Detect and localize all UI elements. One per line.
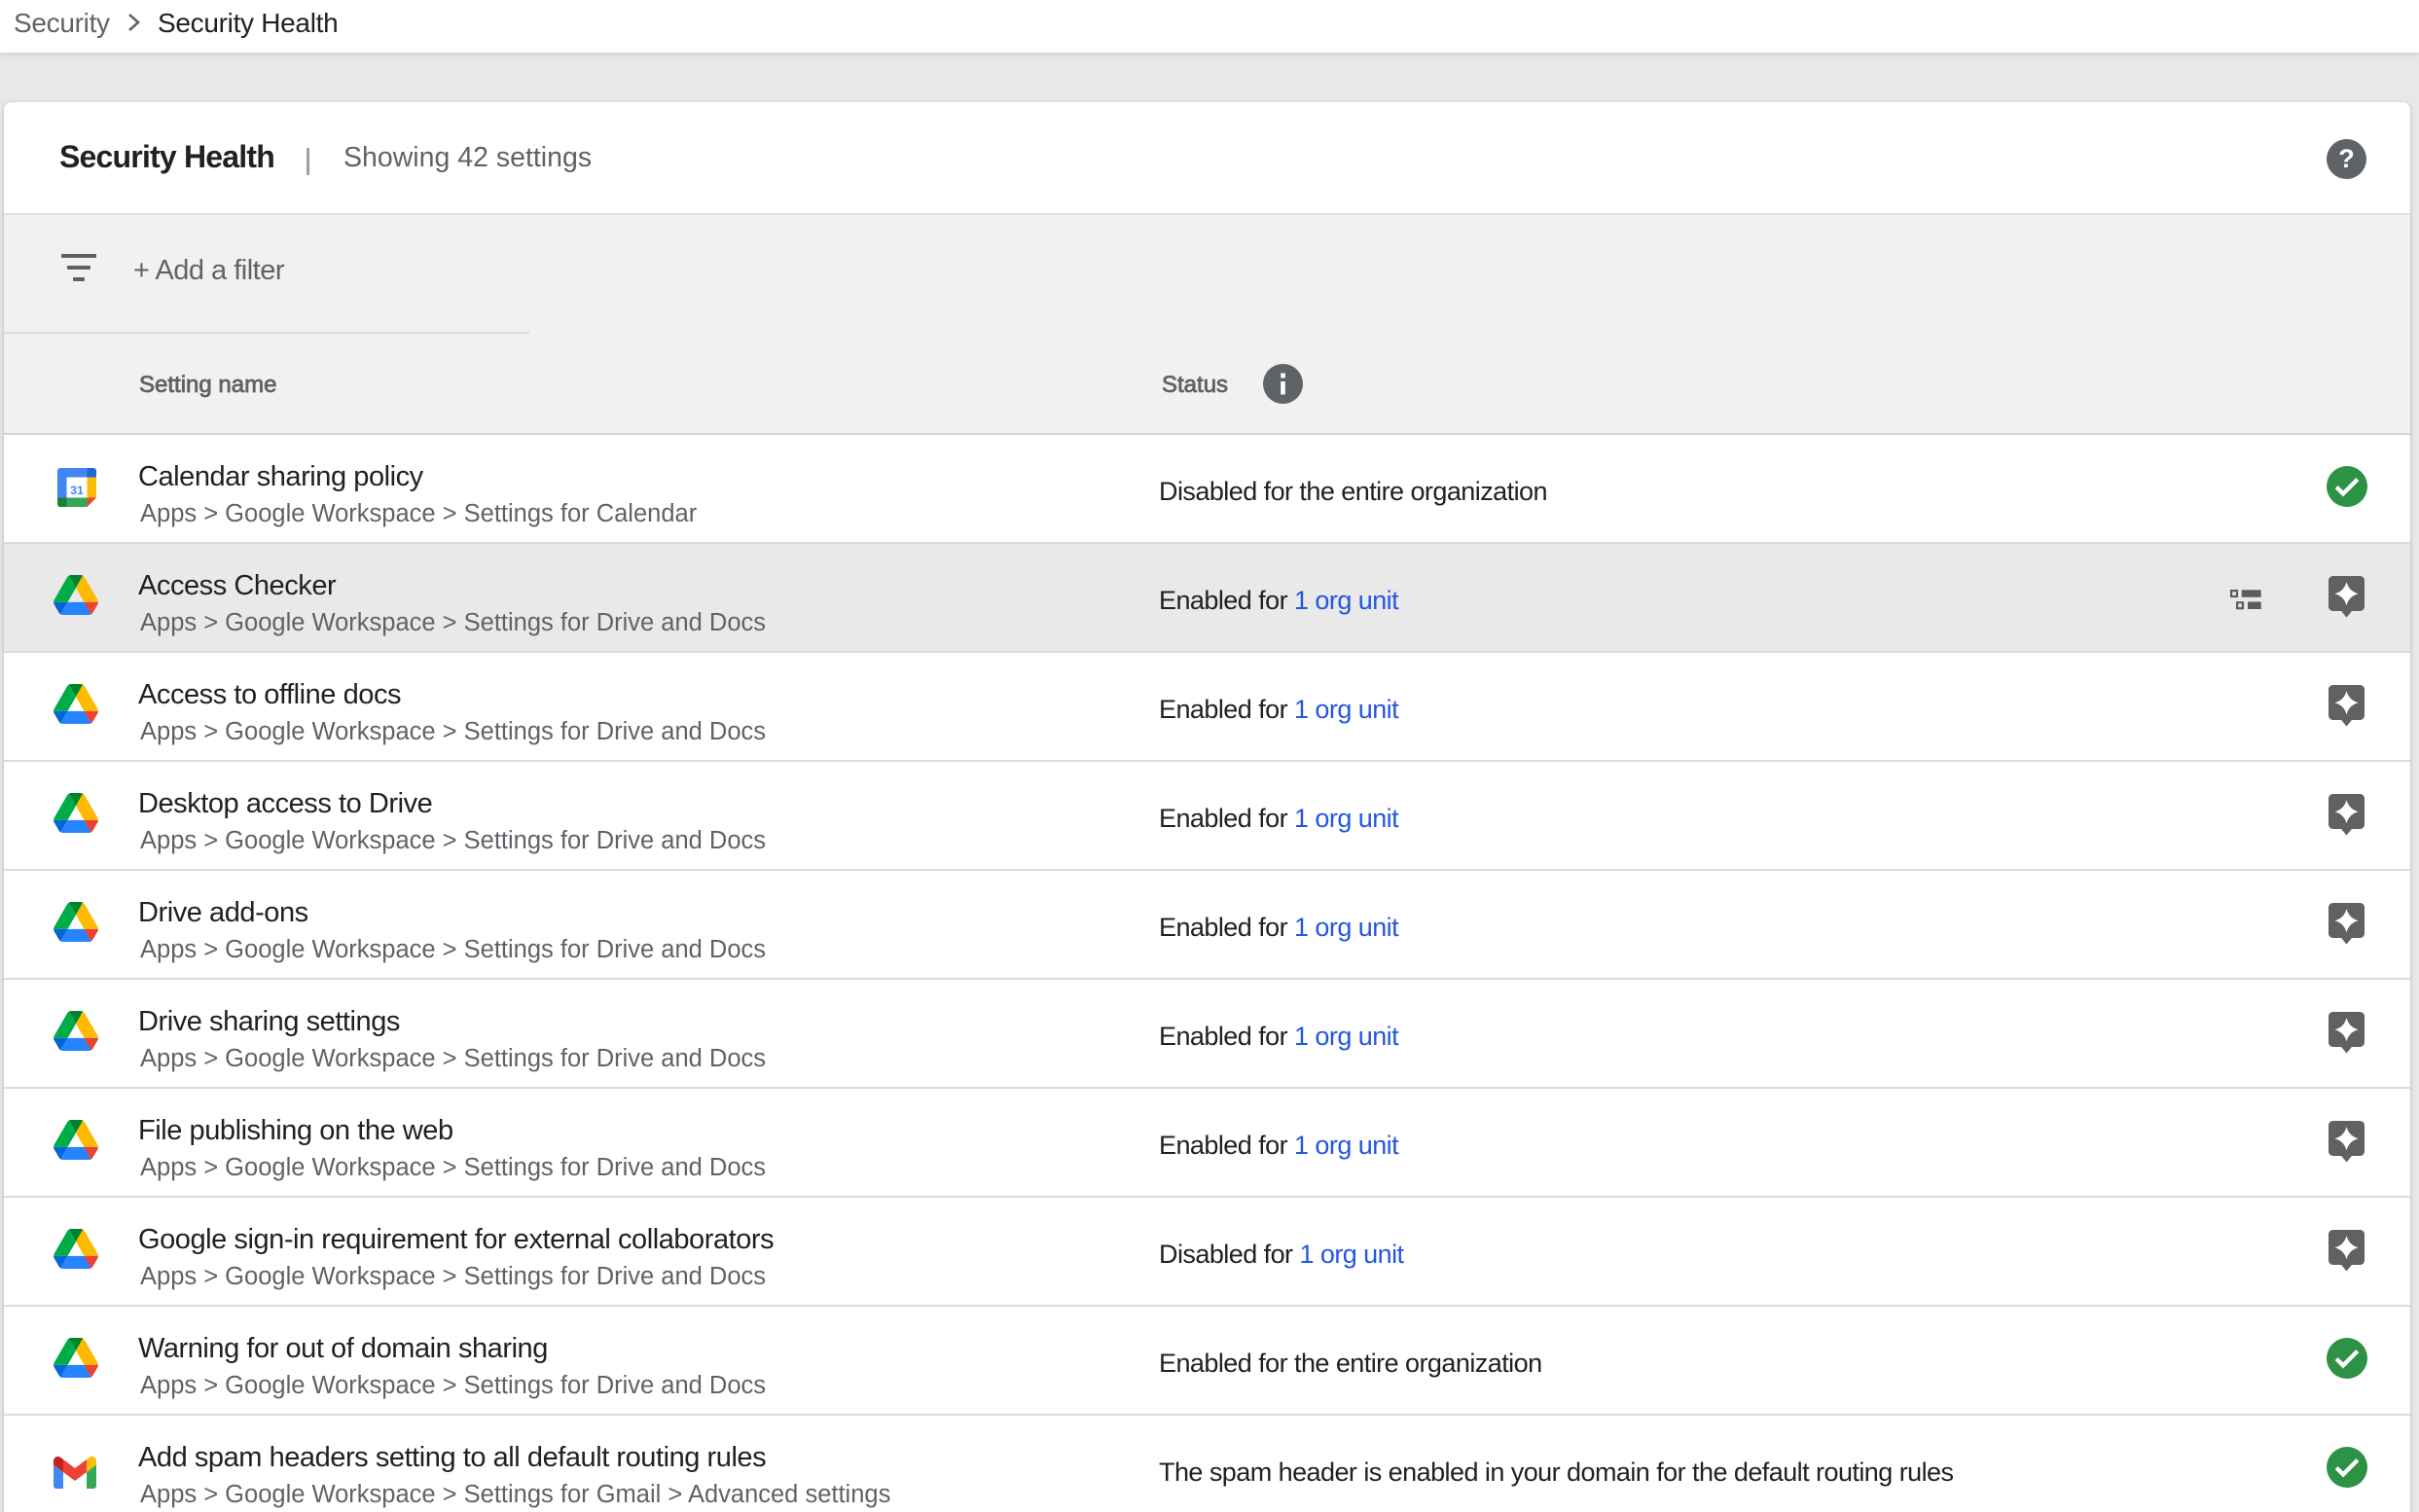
svg-text:31: 31: [70, 483, 84, 496]
